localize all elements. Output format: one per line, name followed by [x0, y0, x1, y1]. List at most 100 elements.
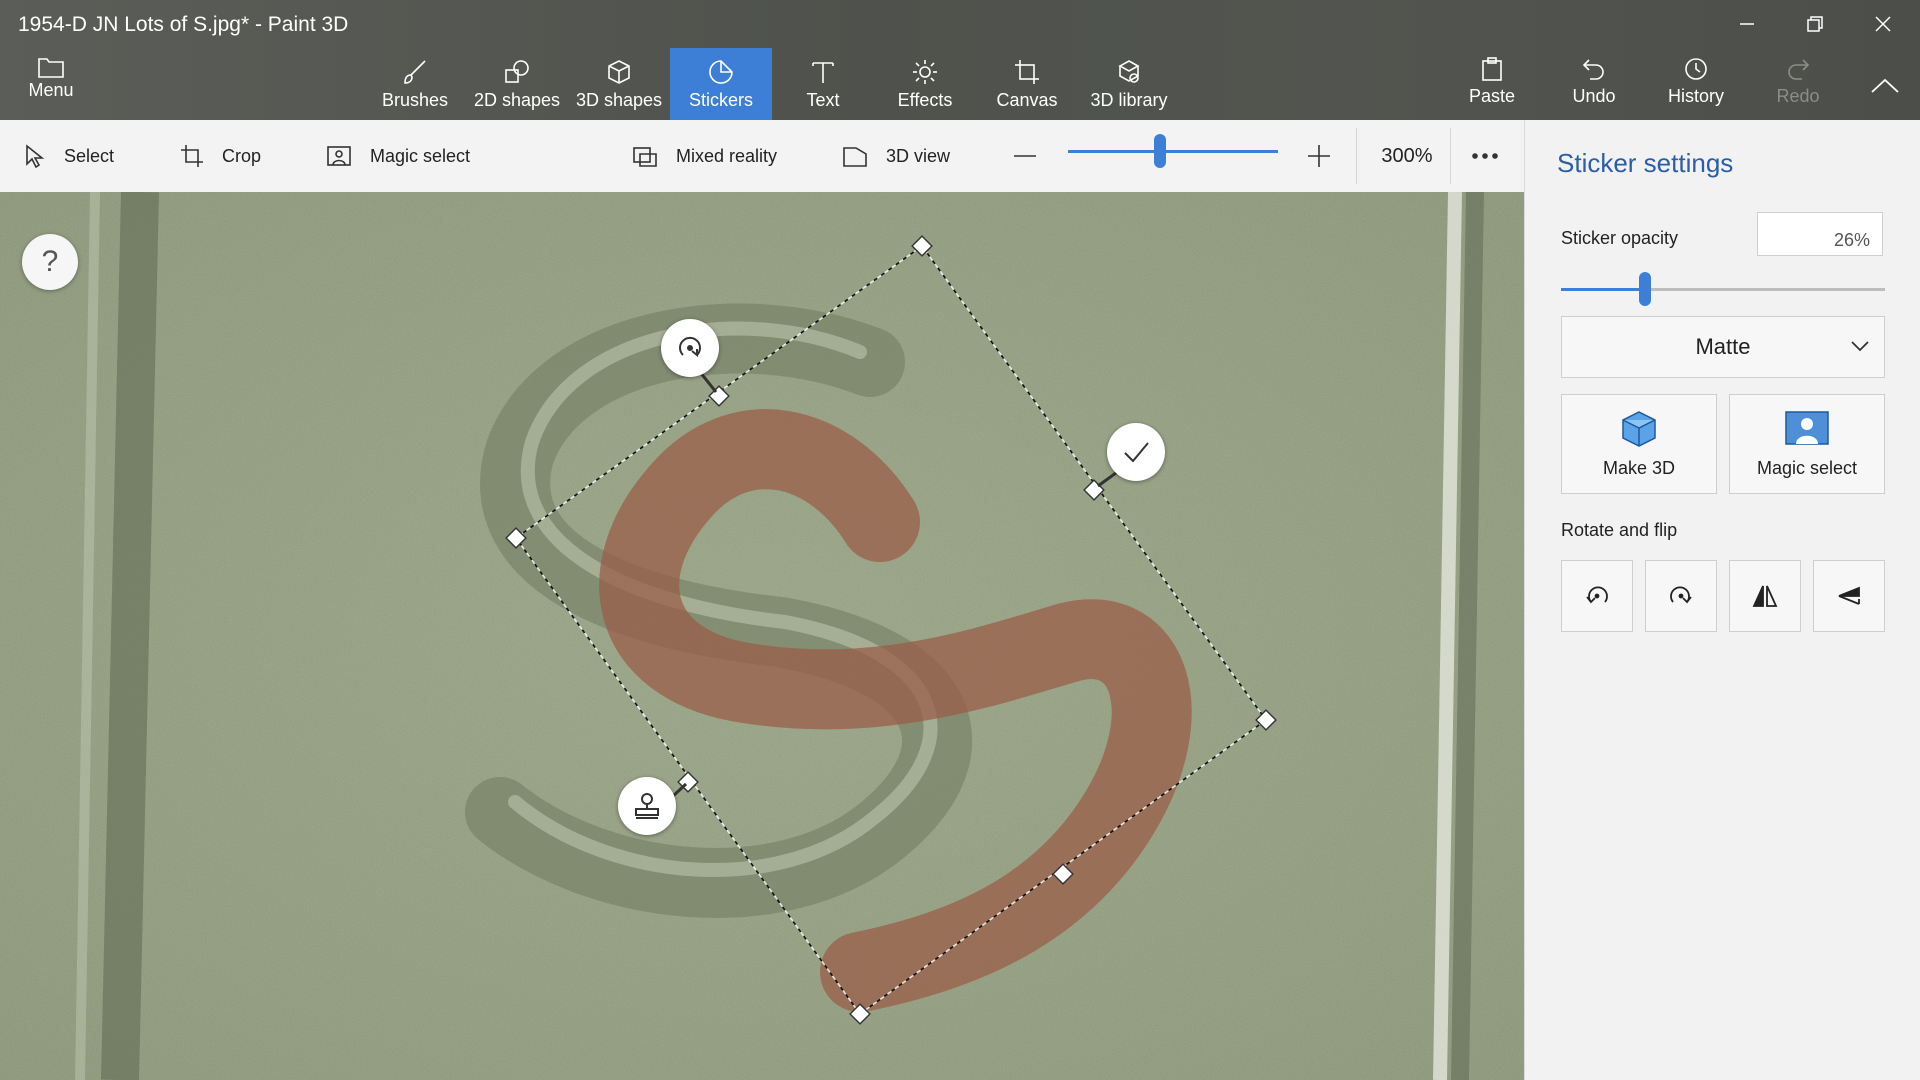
- 3d-shapes-icon: [608, 60, 630, 84]
- clipboard-icon: [1482, 57, 1502, 81]
- panel-title: Sticker settings: [1557, 148, 1734, 178]
- checkmark-icon: [1124, 442, 1149, 463]
- opacity-slider-thumb[interactable]: [1639, 272, 1652, 306]
- folder-icon: [38, 58, 64, 78]
- 3d-view-label: 3D view: [886, 145, 951, 166]
- text-icon: [812, 62, 834, 83]
- effects-icon: [913, 60, 937, 84]
- flip-vertical-icon: [1838, 586, 1860, 605]
- zoom-slider-thumb[interactable]: [1154, 134, 1167, 168]
- menu-label: Menu: [28, 80, 74, 100]
- undo-label: Undo: [1572, 86, 1616, 106]
- rotate-handle-button[interactable]: [661, 319, 719, 377]
- rotate-icon: [679, 336, 701, 358]
- minimize-icon: [1740, 23, 1754, 25]
- tab-brushes[interactable]: Brushes: [364, 48, 466, 120]
- flip-horizontal-icon: [1752, 585, 1778, 607]
- stamp-sticker-button[interactable]: [618, 777, 676, 835]
- sticker-opacity-input[interactable]: [1757, 212, 1883, 256]
- plus-icon: [1308, 145, 1330, 167]
- divider: [1356, 128, 1357, 184]
- history-icon: [1685, 58, 1707, 80]
- magic-select-label: Magic select: [370, 145, 471, 166]
- tab-text[interactable]: Text: [772, 48, 874, 120]
- mixed-reality-icon: [633, 147, 657, 167]
- magic-select-panel-button[interactable]: Magic select: [1729, 394, 1885, 494]
- close-button[interactable]: [1850, 0, 1916, 48]
- stamp-icon: [635, 793, 659, 819]
- tab-label: Stickers: [688, 90, 753, 110]
- restore-button[interactable]: [1782, 0, 1848, 48]
- collapse-ribbon-button[interactable]: [1860, 66, 1910, 106]
- window-title: 1954-D JN Lots of S.jpg* - Paint 3D: [18, 13, 349, 36]
- help-button[interactable]: ?: [22, 234, 78, 290]
- select-button[interactable]: Select: [24, 120, 114, 192]
- rotate-and-flip-label: Rotate and flip: [1561, 520, 1678, 540]
- rotate-right-button[interactable]: [1645, 560, 1717, 632]
- tab-3d-shapes[interactable]: 3D shapes: [568, 48, 670, 120]
- make-3d-label: Make 3D: [1602, 458, 1676, 478]
- tab-label: Effects: [897, 90, 953, 110]
- paste-label: Paste: [1468, 86, 1516, 106]
- history-button[interactable]: History: [1648, 52, 1744, 118]
- crop-icon: [181, 145, 203, 167]
- tab-label: Text: [806, 90, 840, 110]
- brush-icon: [404, 60, 426, 84]
- tab-3d-library[interactable]: 3D library: [1078, 48, 1180, 120]
- secondary-toolbar: Select Crop Magic select Mixed reality 3…: [0, 120, 1524, 193]
- redo-label: Redo: [1776, 86, 1820, 106]
- drawing-canvas[interactable]: ?: [0, 192, 1524, 1080]
- rotate-left-icon: [1586, 586, 1608, 604]
- 3d-view-button[interactable]: 3D view: [842, 120, 950, 192]
- tab-label: 3D shapes: [575, 90, 663, 110]
- magic-select-panel-label: Magic select: [1756, 458, 1858, 478]
- minus-icon: [1014, 155, 1036, 157]
- tab-label: Canvas: [996, 90, 1058, 110]
- zoom-out-button[interactable]: [1012, 120, 1038, 192]
- undo-button[interactable]: Undo: [1546, 52, 1642, 118]
- rotate-left-button[interactable]: [1561, 560, 1633, 632]
- stickers-icon: [709, 60, 733, 84]
- menu-button[interactable]: Menu: [12, 56, 90, 114]
- zoom-level[interactable]: 300%: [1366, 120, 1448, 192]
- restore-icon: [1807, 16, 1823, 32]
- crop-label: Crop: [222, 145, 262, 166]
- redo-button[interactable]: Redo: [1750, 52, 1846, 118]
- magic-select-icon: [1785, 411, 1829, 445]
- crop-button[interactable]: Crop: [180, 120, 261, 192]
- undo-icon: [1582, 59, 1604, 80]
- tab-stickers[interactable]: Stickers: [670, 48, 772, 120]
- close-icon: [1875, 16, 1891, 32]
- tab-effects[interactable]: Effects: [874, 48, 976, 120]
- more-icon: [1472, 153, 1498, 159]
- canvas-icon: [1015, 60, 1039, 84]
- more-options-button[interactable]: [1472, 120, 1498, 192]
- flip-vertical-button[interactable]: [1813, 560, 1885, 632]
- rotate-right-icon: [1670, 586, 1692, 604]
- sticker-opacity-label: Sticker opacity: [1561, 228, 1679, 248]
- paste-button[interactable]: Paste: [1444, 52, 1540, 118]
- tab-label: 2D shapes: [473, 90, 561, 110]
- minimize-button[interactable]: [1714, 0, 1780, 48]
- finish-value: Matte: [1695, 334, 1751, 359]
- magic-select-icon: [327, 146, 351, 166]
- finish-dropdown[interactable]: Matte: [1561, 316, 1885, 378]
- select-label: Select: [64, 145, 115, 166]
- tab-canvas[interactable]: Canvas: [976, 48, 1078, 120]
- sticker-settings-panel: Sticker settings Sticker opacity Matte M…: [1524, 120, 1920, 1080]
- history-label: History: [1667, 86, 1724, 106]
- cursor-icon: [26, 144, 45, 168]
- mixed-reality-button[interactable]: Mixed reality: [632, 120, 777, 192]
- magic-select-toolbar-button[interactable]: Magic select: [326, 120, 470, 192]
- 3d-view-icon: [843, 147, 867, 167]
- divider: [1450, 128, 1451, 184]
- flip-horizontal-button[interactable]: [1729, 560, 1801, 632]
- zoom-slider-track[interactable]: [1068, 150, 1278, 153]
- 3d-library-icon: [1118, 60, 1140, 83]
- tab-label: 3D library: [1090, 90, 1168, 110]
- zoom-in-button[interactable]: [1306, 120, 1332, 192]
- tab-2d-shapes[interactable]: 2D shapes: [466, 48, 568, 120]
- commit-sticker-button[interactable]: [1107, 423, 1165, 481]
- chevron-up-icon: [1871, 78, 1899, 93]
- make-3d-button[interactable]: Make 3D: [1561, 394, 1717, 494]
